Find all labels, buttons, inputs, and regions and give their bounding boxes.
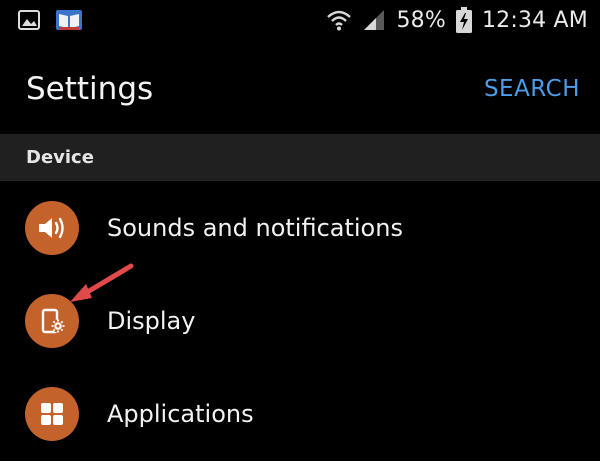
clock: 12:34 AM — [481, 7, 588, 33]
status-bar-left — [18, 8, 82, 32]
wifi-icon — [326, 9, 352, 31]
apps-grid-icon — [25, 386, 79, 441]
setting-item-display[interactable]: Display — [0, 274, 600, 367]
section-header-device: Device — [0, 134, 600, 181]
app-notification-icon — [56, 8, 82, 32]
setting-item-label: Applications — [107, 399, 254, 428]
app-header: Settings SEARCH — [0, 58, 600, 120]
search-button[interactable]: SEARCH — [484, 76, 580, 102]
section-label: Device — [26, 147, 94, 168]
setting-item-applications[interactable]: Applications — [0, 367, 600, 460]
setting-item-label: Sounds and notifications — [107, 213, 403, 242]
battery-percent: 58% — [396, 7, 446, 33]
display-settings-icon — [25, 293, 79, 348]
gallery-icon — [18, 10, 40, 30]
settings-screen: 58% 12:34 AM Settings SEARCH Device Soun… — [0, 0, 600, 461]
setting-item-sounds[interactable]: Sounds and notifications — [0, 181, 600, 274]
signal-icon — [362, 9, 386, 31]
speaker-icon — [25, 200, 79, 255]
setting-item-label: Display — [107, 306, 196, 335]
status-bar: 58% 12:34 AM — [0, 0, 600, 40]
settings-list: Sounds and notifications Display Applica… — [0, 181, 600, 460]
battery-charging-icon — [455, 7, 472, 33]
status-bar-right: 58% 12:34 AM — [326, 7, 588, 33]
page-title: Settings — [26, 71, 154, 107]
